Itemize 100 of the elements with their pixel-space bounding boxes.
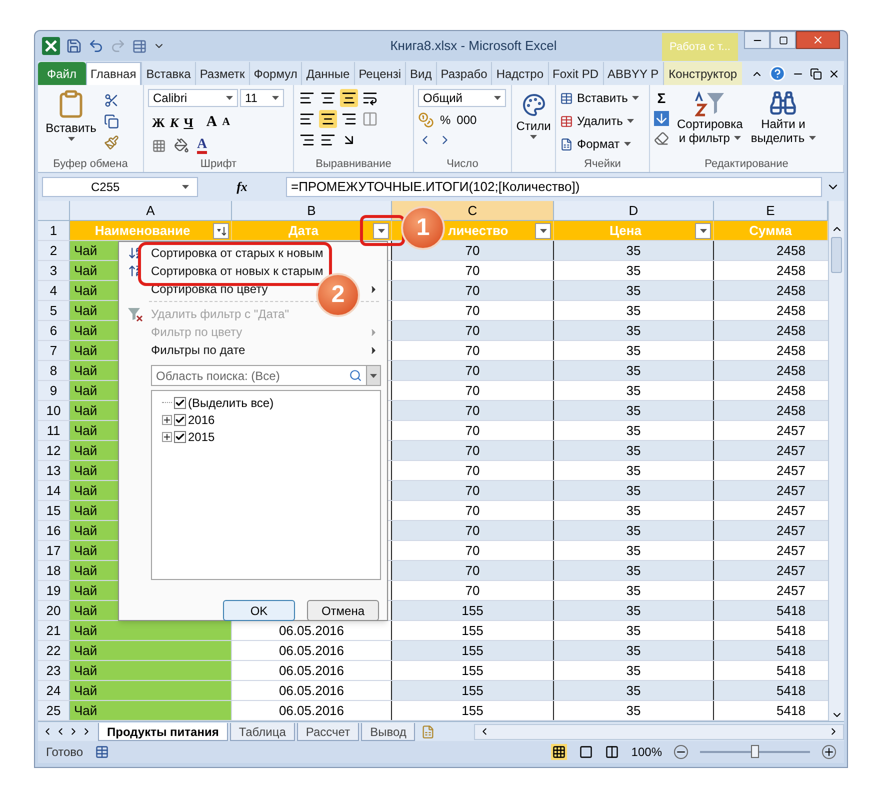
fill-color-icon[interactable] [174,138,189,153]
format-cells-button[interactable]: Формат [560,135,639,153]
styles-button[interactable]: Стили [516,89,551,156]
form-icon[interactable] [132,38,147,54]
normal-view-icon[interactable] [551,744,568,760]
thousands-button[interactable]: 000 [456,111,477,129]
table-cell: Чай [70,681,232,700]
copy-icon[interactable] [104,114,119,129]
font-color-button[interactable]: A [197,138,208,154]
expand-icon[interactable] [162,414,172,424]
horizontal-scrollbar[interactable] [474,724,844,740]
column-header[interactable]: D [628,200,638,220]
cut-icon[interactable] [104,93,119,108]
zoom-slider-thumb[interactable] [751,745,759,758]
sheet-tab[interactable]: Рассчет [296,722,360,740]
sheet-tab[interactable]: Таблица [230,722,295,740]
table-cell-text: 2458 [776,242,806,260]
header-cell-text: Наименование [94,222,190,240]
table-cell-text: 35 [626,622,641,640]
sorted-filter-button[interactable] [213,222,229,238]
sheet-tab[interactable]: Вывод [361,722,416,740]
table-cell-text: 70 [465,362,480,380]
currency-icon[interactable] [418,112,434,128]
table-cell-text: 2458 [776,322,806,340]
ok-button[interactable]: OK [223,600,295,621]
percent-button[interactable]: % [440,111,451,129]
table-cell-text: 06.05.2016 [278,642,344,660]
sort-filter-button[interactable]: Сортировка и фильтр [677,89,743,156]
number-format-field[interactable]: Общий [418,89,506,107]
table-cell: Чай [70,661,232,680]
close-icon[interactable] [828,68,840,80]
undo-icon[interactable] [88,38,104,54]
vertical-scrollbar[interactable] [828,201,844,721]
table-cell-text: 70 [465,442,480,460]
table-cell-text: 06.05.2016 [278,682,344,700]
checkbox[interactable] [174,414,186,426]
save-icon[interactable] [66,38,82,54]
zoom-in-icon[interactable] [822,745,836,759]
insert-cells-button[interactable]: Вставить [560,89,639,107]
column-header[interactable]: A [146,200,155,220]
shrink-font-button[interactable]: A [222,114,230,130]
new-sheet-icon[interactable] [421,724,436,738]
expand-icon[interactable] [162,432,172,442]
formula-field[interactable]: =ПРОМЕЖУТОЧНЫЕ.ИТОГИ(102;[Количество]) [286,177,822,197]
row-header: 2 [38,241,70,260]
table-cell-text: 35 [626,302,641,320]
format-painter-icon[interactable] [104,135,119,150]
table-cell-text: 155 [462,622,484,640]
table-cell-text: 5418 [776,602,806,620]
restore-icon[interactable] [810,68,822,80]
autosum-button[interactable]: Σ [654,90,669,106]
filter-button[interactable] [373,222,389,238]
table-cell-text: 2458 [776,262,806,280]
italic-button[interactable]: К [170,112,179,132]
fill-icon[interactable] [654,111,669,126]
checkbox[interactable] [174,396,186,408]
name-box[interactable]: C255 [42,177,198,197]
paste-button[interactable]: Вставить [42,89,100,156]
file-tab[interactable]: Файл [38,62,86,85]
filter-button[interactable] [535,222,551,238]
grow-font-button[interactable]: A [206,111,218,134]
font-size-field[interactable]: 11 [240,89,284,107]
maximize-button[interactable] [770,31,796,49]
window-title: Книга8.xlsx - Microsoft Excel [390,37,557,56]
search-field[interactable]: Область поиска: (Все) [151,365,381,386]
help-icon[interactable] [769,65,786,82]
bold-button[interactable]: Ж [152,112,165,132]
sheet-tab[interactable]: Продукты питания [98,722,228,740]
ribbon-tab[interactable]: Конструктор [662,62,742,85]
cancel-button[interactable]: Отмена [307,600,379,621]
align-center-icon[interactable] [319,110,337,128]
font-name-field[interactable]: Calibri [148,89,238,107]
scroll-thumb[interactable] [831,237,842,273]
table-cell-text: 2457 [776,502,806,520]
dropdown-arrow-icon [624,142,631,146]
column-header[interactable]: E [766,200,775,220]
table-cell-text: 155 [462,602,484,620]
table-cell-text: 06.05.2016 [278,662,344,680]
align-bottom-icon[interactable] [340,89,358,107]
column-header[interactable]: B [307,200,316,220]
ribbon-tab[interactable]: Главная [86,62,142,85]
filter-button[interactable] [695,222,711,238]
row-header: 5 [38,301,70,320]
find-select-button[interactable]: Найти и выделить [750,89,816,156]
table-cell-text: 2457 [776,442,806,460]
delete-cells-button[interactable]: Удалить [560,112,639,130]
table-cell-text: 2457 [776,482,806,500]
dropdown-arrow-icon [540,228,546,232]
page-layout-icon[interactable] [579,745,594,759]
zoom-out-icon[interactable] [674,745,688,759]
table-cell-text: 35 [626,542,641,560]
close-button[interactable] [796,31,840,49]
underline-button[interactable]: Ч [184,112,194,132]
clear-icon[interactable] [654,131,669,146]
column-header[interactable]: C [468,200,478,220]
row-header: 10 [38,401,70,420]
page-break-icon[interactable] [605,745,620,759]
checkbox[interactable] [174,430,186,442]
table-cell-text: 2458 [776,382,806,400]
borders-icon[interactable] [152,138,166,152]
